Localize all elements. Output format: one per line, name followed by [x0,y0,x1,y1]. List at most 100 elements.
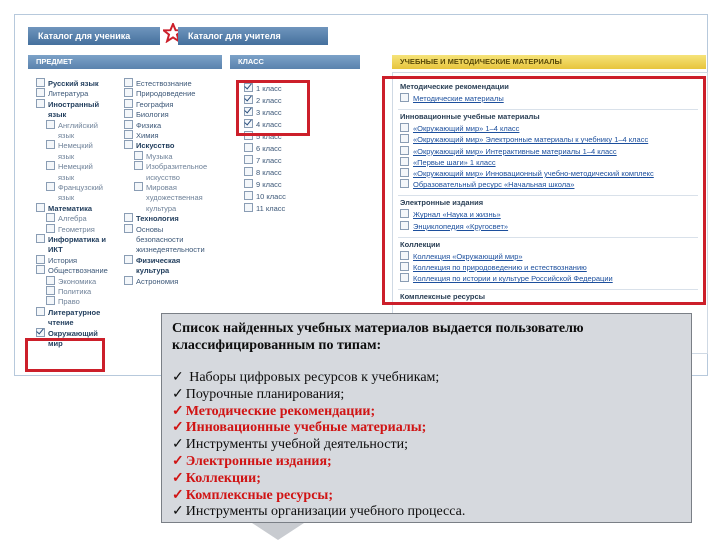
subject-item[interactable]: язык [46,130,74,141]
subject-item[interactable]: История [36,254,78,266]
checkbox[interactable] [244,155,253,164]
checkbox[interactable] [124,88,133,98]
checkbox[interactable] [124,130,133,139]
subject-item[interactable]: Немецкий [46,161,93,172]
checkbox[interactable] [244,203,253,212]
subject-item[interactable]: Английский [46,119,98,131]
callout-list: ✓ Наборы цифровых ресурсов к учебникам; ✓… [172,370,687,521]
checkbox[interactable] [46,275,55,285]
subject-item[interactable]: Русский язык [36,78,99,89]
subject-item[interactable]: Политика [46,286,91,297]
subject-panel-header: ПРЕДМЕТ [28,55,222,69]
subject-item[interactable]: язык [36,109,66,120]
checkbox[interactable] [36,306,45,316]
subject-item-label: История [48,255,78,265]
subject-item[interactable]: язык [46,192,74,203]
subject-item[interactable]: ИКТ [36,244,63,255]
checkbox[interactable] [46,119,55,129]
checkbox[interactable] [124,223,133,233]
checkbox[interactable] [124,213,133,223]
subject-item[interactable]: язык [46,151,74,162]
subject-item[interactable]: Химия [124,130,159,141]
subject-item[interactable]: Физическая [124,254,180,266]
checkbox[interactable] [244,191,253,200]
subject-item[interactable]: Математика [36,202,92,214]
subject-item[interactable]: Геометрия [46,223,95,235]
checkbox[interactable] [46,223,55,233]
checkbox[interactable] [46,161,55,171]
subject-item-label: Право [58,297,80,307]
checkbox[interactable] [124,78,133,87]
checkbox[interactable] [244,179,253,188]
subject-item[interactable]: Музыка [134,150,173,162]
checkbox[interactable] [46,140,55,150]
subject-item[interactable]: Обществознание [36,265,108,276]
subject-item[interactable]: Алгебра [46,213,87,224]
checkbox[interactable] [46,182,55,191]
subject-item[interactable]: Мировая [134,182,177,193]
class-item[interactable]: 11 класс [244,203,285,214]
subject-item[interactable]: География [124,98,173,110]
subject-item[interactable]: Основы [124,223,164,235]
subject-item[interactable]: Право [46,296,80,307]
checkbox[interactable] [36,88,45,98]
checkbox[interactable] [124,109,133,119]
checkbox[interactable] [244,143,253,152]
subject-item-label: Основы [136,224,164,234]
class-item[interactable]: 6 класс [244,143,282,154]
subject-item[interactable]: Немецкий [46,140,93,151]
class-item[interactable]: 7 класс [244,155,282,166]
subject-item[interactable]: Литературное [36,306,100,318]
tab-student-catalog[interactable]: Каталог для ученика [28,27,160,45]
subject-item[interactable]: безопасности [124,234,183,245]
subject-item[interactable]: Окружающий [36,327,98,339]
subject-item[interactable]: Естествознание [124,78,192,89]
checkbox[interactable] [36,327,45,337]
subject-item[interactable]: художественная [134,192,203,203]
checkbox[interactable] [124,98,133,108]
subject-item-label: Мировая [146,183,177,192]
subject-item[interactable]: Литература [36,88,88,99]
subject-item[interactable]: Французский [46,182,103,193]
subject-item[interactable]: Астрономия [124,275,178,287]
subject-item[interactable]: культура [124,265,169,276]
checkbox[interactable] [134,161,143,171]
subject-item[interactable]: Природоведение [124,88,195,99]
checkbox[interactable] [46,286,55,295]
subject-item[interactable]: искусство [134,172,180,183]
subject-item[interactable]: культура [134,203,176,214]
subject-item[interactable]: Физика [124,119,161,131]
subject-item[interactable]: Биология [124,109,169,120]
checkmark-icon: ✓ [172,386,184,402]
subject-item[interactable]: жизнедеятельности [124,244,205,255]
checkbox[interactable] [124,119,133,129]
checkbox[interactable] [36,254,45,264]
subject-item[interactable]: Изобразительное [134,161,207,172]
subject-item-label: Алгебра [58,214,87,224]
checkbox[interactable] [124,140,133,150]
checkbox[interactable] [46,296,55,306]
subject-item[interactable]: язык [46,172,74,183]
class-item[interactable]: 8 класс [244,167,282,178]
checkbox[interactable] [36,98,45,108]
checkbox[interactable] [244,167,253,176]
subject-item[interactable]: Искусство [124,140,174,151]
checkbox[interactable] [134,150,143,160]
checkbox[interactable] [36,202,45,212]
subject-item[interactable]: Иностранный [36,98,99,110]
class-item[interactable]: 10 класс [244,191,286,202]
checkmark-icon: ✓ [172,403,184,419]
checkbox[interactable] [36,234,45,243]
subject-item[interactable]: Экономика [46,275,96,287]
subject-item[interactable]: Информатика и [36,234,106,245]
checkbox[interactable] [36,265,45,275]
checkbox[interactable] [124,275,133,285]
checkbox[interactable] [36,78,45,87]
checkbox[interactable] [124,254,133,264]
tab-teacher-catalog[interactable]: Каталог для учителя [178,27,328,45]
class-item[interactable]: 9 класс [244,179,282,190]
subject-item[interactable]: Технология [124,213,179,224]
subject-item-label: жизнедеятельности [136,245,205,255]
checkbox[interactable] [134,182,143,191]
checkbox[interactable] [46,213,55,223]
